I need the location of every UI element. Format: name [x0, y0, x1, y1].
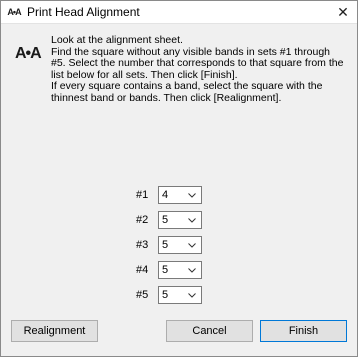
- finish-button[interactable]: Finish: [260, 320, 347, 342]
- dropdown-value: 5: [162, 289, 169, 301]
- instruction-line-3: If every square contains a band, select …: [51, 80, 323, 104]
- title-bar: A•A Print Head Alignment ✕: [1, 1, 357, 24]
- instructions-text: Look at the alignment sheet. Find the sq…: [51, 34, 347, 104]
- close-icon[interactable]: ✕: [329, 1, 357, 23]
- instruction-line-2: Find the square without any visible band…: [51, 45, 344, 81]
- window-title: Print Head Alignment: [27, 5, 140, 19]
- dropdown-value: 5: [162, 214, 169, 226]
- set-2-dropdown[interactable]: 5: [158, 211, 202, 229]
- chevron-down-icon: [188, 193, 196, 198]
- chevron-down-icon: [188, 218, 196, 223]
- dialog-window: A•A Print Head Alignment ✕ A•A Look at t…: [0, 0, 358, 357]
- set-3-dropdown[interactable]: 5: [158, 236, 202, 254]
- set-label: #4: [136, 264, 149, 276]
- set-label: #1: [136, 189, 149, 201]
- print-head-icon: A•A: [15, 45, 42, 62]
- set-row-2: #2 5: [136, 210, 202, 230]
- dropdown-value: 5: [162, 264, 169, 276]
- dropdown-value: 5: [162, 239, 169, 251]
- set-5-dropdown[interactable]: 5: [158, 286, 202, 304]
- set-4-dropdown[interactable]: 5: [158, 261, 202, 279]
- set-row-1: #1 4: [136, 185, 202, 205]
- set-selects: #1 4 #2 5 #3 5 #4 5 #5 5: [136, 185, 202, 310]
- set-label: #3: [136, 239, 149, 251]
- set-row-5: #5 5: [136, 285, 202, 305]
- set-label: #2: [136, 214, 149, 226]
- set-row-3: #3 5: [136, 235, 202, 255]
- realignment-button[interactable]: Realignment: [11, 320, 98, 342]
- app-icon: A•A: [7, 7, 21, 17]
- cancel-button[interactable]: Cancel: [166, 320, 253, 342]
- button-bar: Realignment Cancel Finish: [1, 310, 357, 356]
- set-row-4: #4 5: [136, 260, 202, 280]
- chevron-down-icon: [188, 268, 196, 273]
- instruction-line-1: Look at the alignment sheet.: [51, 34, 183, 46]
- chevron-down-icon: [188, 293, 196, 298]
- dropdown-value: 4: [162, 189, 169, 201]
- set-1-dropdown[interactable]: 4: [158, 186, 202, 204]
- set-label: #5: [136, 289, 149, 301]
- dialog-content: A•A Look at the alignment sheet. Find th…: [1, 24, 357, 356]
- chevron-down-icon: [188, 243, 196, 248]
